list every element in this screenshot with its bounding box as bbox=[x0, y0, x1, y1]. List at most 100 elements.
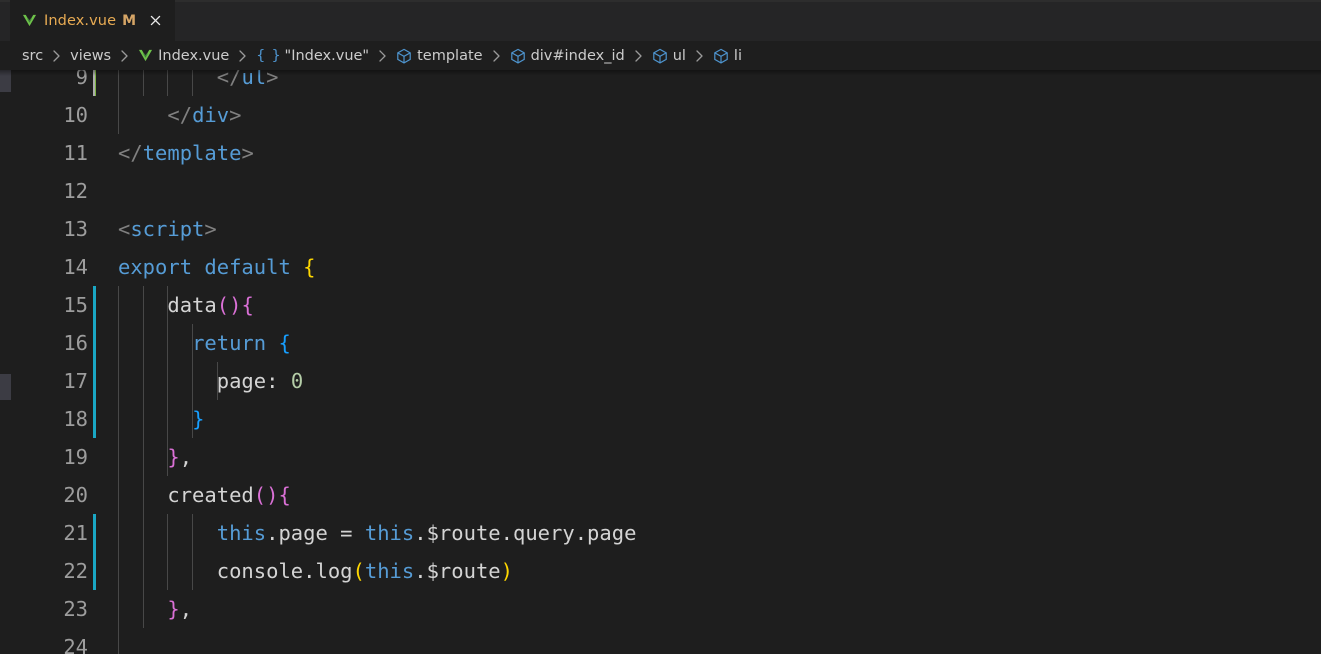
tab-dirty-badge: M bbox=[122, 12, 137, 29]
scrollbar-thumb-lower[interactable] bbox=[0, 374, 11, 400]
tab-index-vue[interactable]: Index.vue M bbox=[10, 0, 176, 41]
line-number: 9 bbox=[75, 70, 88, 89]
code-token: > bbox=[204, 217, 217, 241]
editor-tab-bar: Index.vue M bbox=[0, 0, 1321, 41]
line-number: 16 bbox=[63, 331, 88, 355]
breadcrumb-bar: src views Index.vue { } "Index.vue" template d… bbox=[0, 41, 1321, 76]
code-token: : bbox=[266, 369, 291, 393]
code-token: > bbox=[266, 70, 279, 89]
breadcrumb-item-index-vue[interactable]: { } "Index.vue" bbox=[254, 47, 371, 65]
line-number: 12 bbox=[63, 179, 88, 203]
editor-vertical-scrollbar[interactable] bbox=[0, 70, 11, 654]
code-token: ( bbox=[352, 559, 365, 583]
scrollbar-thumb-upper[interactable] bbox=[0, 70, 11, 92]
gutter-change-marker-modified bbox=[93, 552, 96, 590]
code-token: return bbox=[192, 331, 267, 355]
breadcrumb-item-label: template bbox=[417, 47, 483, 64]
breadcrumb-item-label: ul bbox=[672, 47, 686, 64]
code-token: ) bbox=[500, 559, 513, 583]
gutter-change-marker-modified bbox=[93, 362, 96, 400]
code-line[interactable]: 16 return { bbox=[0, 324, 1321, 362]
code-token: data bbox=[167, 293, 217, 317]
tab-label: Index.vue bbox=[44, 12, 117, 29]
close-icon[interactable] bbox=[146, 12, 164, 30]
breadcrumb-separator-icon bbox=[113, 49, 136, 63]
line-number: 19 bbox=[63, 445, 88, 469]
code-line[interactable]: 13 <script> bbox=[0, 210, 1321, 248]
braces-icon: { } bbox=[256, 47, 280, 64]
code-token: .$route bbox=[414, 559, 501, 583]
code-text: return { bbox=[118, 331, 291, 355]
cube-icon bbox=[510, 48, 526, 64]
breadcrumb-separator-icon bbox=[231, 49, 254, 63]
line-number: 20 bbox=[63, 483, 88, 507]
breadcrumb-item-label: views bbox=[70, 47, 112, 64]
code-line[interactable]: 21 this.page = this.$route.query.page bbox=[0, 514, 1321, 552]
code-token: page bbox=[216, 369, 267, 393]
code-token: script bbox=[130, 217, 205, 241]
code-token: created bbox=[167, 483, 254, 507]
line-number: 24 bbox=[63, 635, 88, 654]
gutter-change-marker-modified bbox=[93, 400, 96, 438]
code-line[interactable]: 18 } bbox=[0, 400, 1321, 438]
breadcrumb-item-label: "Index.vue" bbox=[284, 47, 370, 64]
code-line[interactable]: 19 }, bbox=[0, 438, 1321, 476]
indent-guide bbox=[118, 628, 119, 654]
line-number: 17 bbox=[63, 369, 88, 393]
code-text: export default { bbox=[118, 255, 315, 279]
line-number: 21 bbox=[63, 521, 88, 545]
breadcrumb-item-label: div#index_id bbox=[530, 47, 625, 64]
breadcrumb-item-ul[interactable]: ul bbox=[650, 47, 688, 65]
tab-bar-top-border bbox=[0, 0, 1321, 2]
code-token: } bbox=[167, 445, 180, 469]
breadcrumb-item-div-index-id[interactable]: div#index_id bbox=[508, 47, 627, 65]
vscode-editor-window: Index.vue M src views Index.vue { } "Index.v… bbox=[0, 0, 1321, 654]
breadcrumb-item-src[interactable]: src bbox=[20, 47, 45, 65]
breadcrumb-item-li[interactable]: li bbox=[711, 47, 744, 65]
code-token: } bbox=[167, 597, 180, 621]
code-text: <script> bbox=[118, 217, 217, 241]
line-number: 13 bbox=[63, 217, 88, 241]
code-line[interactable]: 9 </ul> bbox=[0, 70, 1321, 96]
code-text: this.page = this.$route.query.page bbox=[118, 521, 637, 545]
line-number: 10 bbox=[63, 103, 88, 127]
line-number: 14 bbox=[63, 255, 88, 279]
code-line[interactable]: 15 data(){ bbox=[0, 286, 1321, 324]
code-line[interactable]: 23 }, bbox=[0, 590, 1321, 628]
breadcrumb-separator-icon bbox=[371, 49, 394, 63]
code-text: }, bbox=[118, 597, 192, 621]
vue-file-icon bbox=[138, 48, 153, 63]
code-line[interactable]: 11 </template> bbox=[0, 134, 1321, 172]
breadcrumb-item-views[interactable]: views bbox=[68, 47, 113, 65]
code-line[interactable]: 14 export default { bbox=[0, 248, 1321, 286]
code-line[interactable]: 17 page: 0 bbox=[0, 362, 1321, 400]
line-number: 23 bbox=[63, 597, 88, 621]
line-number: 18 bbox=[63, 407, 88, 431]
code-text: </template> bbox=[118, 141, 254, 165]
code-line[interactable]: 20 created(){ bbox=[0, 476, 1321, 514]
code-token: , bbox=[179, 445, 193, 469]
code-line[interactable]: 24 bbox=[0, 628, 1321, 654]
code-token: template bbox=[142, 141, 242, 165]
code-text: </div> bbox=[118, 103, 241, 127]
breadcrumb-item-template[interactable]: template bbox=[394, 47, 484, 65]
breadcrumb-item-index-vue[interactable]: Index.vue bbox=[136, 47, 231, 65]
code-line[interactable]: 10 </div> bbox=[0, 96, 1321, 134]
code-line[interactable]: 22 console.log(this.$route) bbox=[0, 552, 1321, 590]
line-number: 11 bbox=[63, 141, 88, 165]
code-token: </ bbox=[216, 70, 242, 89]
code-token: ul bbox=[241, 70, 267, 89]
code-editor[interactable]: 9 </ul> 10 </div> 11 </template> 12 13 <script… bbox=[0, 70, 1321, 654]
code-line[interactable]: 12 bbox=[0, 172, 1321, 210]
line-number: 15 bbox=[63, 293, 88, 317]
code-token: < bbox=[118, 217, 131, 241]
